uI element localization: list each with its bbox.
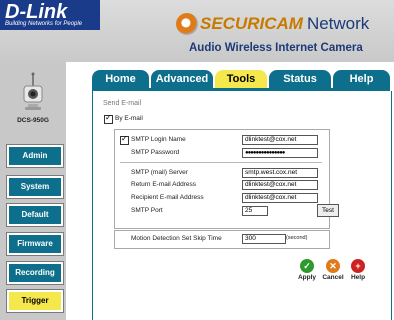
divider	[120, 162, 322, 163]
securicam-logo-icon	[176, 13, 198, 35]
skip-time-unit: (second)	[286, 235, 308, 241]
apply-button[interactable]: ✓ Apply	[294, 259, 320, 281]
logo-tagline: Building Networks for People	[5, 21, 83, 27]
help-plus-icon: +	[351, 259, 365, 273]
cancel-x-icon: ✕	[326, 259, 340, 273]
section-title: Send E-mail	[103, 100, 142, 107]
sidebar-item-system[interactable]: System	[7, 176, 63, 198]
sidebar-item-admin[interactable]: Admin	[7, 145, 63, 167]
smtp-login-checkbox[interactable]	[120, 134, 129, 145]
sidebar-item-recording[interactable]: Recording	[7, 262, 63, 284]
smtp-port-label: SMTP Port	[131, 207, 163, 214]
smtp-password-label: SMTP Password	[131, 149, 180, 156]
tab-advanced[interactable]: Advanced	[151, 70, 213, 88]
return-email-label: Return E-mail Address	[131, 181, 197, 188]
smtp-port-input[interactable]: 25	[242, 206, 268, 216]
smtp-login-label: SMTP Login Name	[131, 136, 186, 143]
sidebar-item-firmware[interactable]: Firmware	[7, 233, 63, 255]
cancel-label: Cancel	[322, 274, 344, 281]
header: D-Link Building Networks for People SECU…	[0, 0, 394, 62]
securicam-brand: SECURICAM Network	[176, 10, 369, 38]
by-email-label: By E-mail	[115, 115, 143, 122]
brand-network: Network	[306, 14, 370, 33]
brand-securicam: SECURICAM	[200, 14, 303, 33]
help-button[interactable]: + Help	[345, 259, 371, 281]
product-subtitle: Audio Wireless Internet Camera	[189, 42, 363, 54]
test-button[interactable]: Test	[317, 204, 339, 217]
device-model: DCS-950G	[17, 117, 49, 124]
sidebar-item-default[interactable]: Default	[7, 204, 63, 226]
recipient-email-label: Recipient E-mail Address	[131, 194, 204, 201]
return-email-input[interactable]: dlinktest@cox.net	[242, 180, 318, 190]
cancel-button[interactable]: ✕ Cancel	[320, 259, 346, 281]
tab-tools[interactable]: Tools	[215, 70, 267, 88]
smtp-password-input[interactable]: ●●●●●●●●●●●●●●●	[242, 148, 318, 158]
tab-status[interactable]: Status	[269, 70, 331, 88]
recipient-email-input[interactable]: dlinktest@cox.net	[242, 193, 318, 203]
smtp-server-label: SMTP (mail) Server	[131, 169, 188, 176]
camera-icon	[23, 72, 43, 110]
apply-check-icon: ✓	[300, 259, 314, 273]
tab-help[interactable]: Help	[333, 70, 390, 88]
by-email-checkbox[interactable]	[104, 113, 113, 124]
tools-content-panel: Send E-mail By E-mail SMTP Login Name dl…	[92, 91, 392, 320]
apply-label: Apply	[297, 274, 317, 281]
smtp-login-input[interactable]: dlinktest@cox.net	[242, 135, 318, 145]
skip-time-input[interactable]: 300	[242, 234, 286, 244]
main-tabs: Home Advanced Tools Status Help	[92, 70, 390, 88]
smtp-server-input[interactable]: smtp.west.cox.net	[242, 168, 318, 178]
tab-home[interactable]: Home	[92, 70, 149, 88]
sidebar-item-trigger[interactable]: Trigger	[7, 290, 63, 312]
help-label: Help	[350, 274, 366, 281]
skip-time-label: Motion Detection Set Skip Time	[131, 235, 222, 242]
dlink-logo: D-Link Building Networks for People	[0, 0, 100, 30]
